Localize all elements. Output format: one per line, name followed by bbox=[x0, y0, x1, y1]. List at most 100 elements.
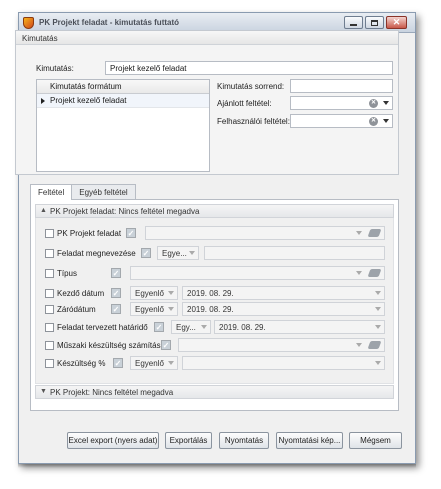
filter-active-checkbox[interactable]: ✓ bbox=[154, 322, 164, 332]
clear-icon[interactable]: ✕ bbox=[369, 99, 378, 108]
row-enable-checkbox[interactable] bbox=[45, 269, 54, 278]
condition-tabs: Feltétel Egyéb feltétel bbox=[30, 184, 136, 200]
dropdown-arrow-icon[interactable] bbox=[383, 101, 389, 105]
report-label: Kimutatás: bbox=[36, 64, 74, 73]
filter-active-checkbox[interactable]: ✓ bbox=[141, 248, 151, 258]
report-group-caption: Kimutatás bbox=[16, 31, 398, 45]
eraser-icon[interactable] bbox=[367, 341, 382, 349]
dropdown-arrow-icon[interactable] bbox=[356, 271, 362, 275]
collapse-chevron-icon[interactable]: ▲ bbox=[40, 207, 47, 214]
operator-select[interactable]: Egy... bbox=[171, 320, 211, 334]
operator-value: Egyenlő bbox=[135, 359, 164, 368]
condition-label: Feladat tervezett határidő bbox=[57, 323, 148, 332]
date-value-select[interactable]: 2019. 08. 29. bbox=[182, 286, 385, 300]
format-grid: Kimutatás formátum Projekt kezelő felada… bbox=[36, 79, 210, 172]
condition-value-input[interactable] bbox=[204, 246, 385, 260]
close-icon: ✕ bbox=[392, 17, 401, 27]
clear-icon[interactable]: ✕ bbox=[369, 117, 378, 126]
condition-value: 2019. 08. 29. bbox=[187, 289, 234, 298]
condition-value: 2019. 08. 29. bbox=[187, 305, 234, 314]
row-enable-checkbox[interactable] bbox=[45, 323, 54, 332]
dropdown-arrow-icon[interactable] bbox=[356, 343, 362, 347]
condition-value-select[interactable] bbox=[130, 266, 385, 280]
print-button[interactable]: Nyomtatás bbox=[219, 432, 269, 449]
cancel-button[interactable]: Mégsem bbox=[349, 432, 402, 449]
row-enable-checkbox[interactable] bbox=[45, 305, 54, 314]
report-field[interactable]: Projekt kezelő feladat bbox=[105, 61, 393, 75]
expand-chevron-icon[interactable]: ▼ bbox=[40, 388, 47, 395]
minimize-icon bbox=[350, 24, 357, 26]
row-enable-checkbox[interactable] bbox=[45, 341, 54, 350]
condition-section-title: PK Projekt feladat: Nincs feltétel megad… bbox=[50, 207, 200, 216]
order-label: Kimutatás sorrend: bbox=[217, 82, 285, 91]
filter-active-checkbox[interactable]: ✓ bbox=[161, 340, 171, 350]
operator-value: Egyenlő bbox=[135, 305, 164, 314]
eraser-icon[interactable] bbox=[367, 229, 382, 237]
dropdown-arrow-icon[interactable] bbox=[201, 325, 207, 329]
dropdown-arrow-icon[interactable] bbox=[375, 325, 381, 329]
condition-label: Kezdő dátum bbox=[57, 289, 105, 298]
print-preview-button[interactable]: Nyomtatási kép... bbox=[276, 432, 343, 449]
dropdown-arrow-icon[interactable] bbox=[375, 307, 381, 311]
window-title: PK Projekt feladat - kimutatás futtató bbox=[39, 18, 180, 27]
tab-other-condition[interactable]: Egyéb feltétel bbox=[71, 184, 136, 199]
condition-section-header[interactable]: ▲ PK Projekt feladat: Nincs feltétel meg… bbox=[35, 204, 394, 218]
report-field-value: Projekt kezelő feladat bbox=[110, 64, 187, 73]
row-enable-checkbox[interactable] bbox=[45, 249, 54, 258]
close-button[interactable]: ✕ bbox=[386, 16, 407, 29]
condition-label: Készültség % bbox=[57, 359, 106, 368]
format-grid-header: Kimutatás formátum bbox=[37, 80, 209, 94]
suggested-filter-label: Ajánlott feltétel: bbox=[217, 99, 272, 108]
dropdown-arrow-icon[interactable] bbox=[168, 361, 174, 365]
format-grid-row[interactable]: Projekt kezelő feladat bbox=[37, 94, 209, 108]
row-enable-checkbox[interactable] bbox=[45, 229, 54, 238]
condition-label: Záródátum bbox=[57, 305, 96, 314]
tab-condition[interactable]: Feltétel bbox=[30, 184, 73, 200]
window-shadow bbox=[18, 464, 416, 468]
user-filter-label: Felhasználói feltétel: bbox=[217, 117, 290, 126]
export-button[interactable]: Exportálás bbox=[165, 432, 212, 449]
dropdown-arrow-icon[interactable] bbox=[383, 119, 389, 123]
condition-label: Műszaki készültség számítás bbox=[57, 341, 161, 350]
filter-active-checkbox[interactable]: ✓ bbox=[111, 268, 121, 278]
dropdown-arrow-icon[interactable] bbox=[356, 231, 362, 235]
date-value-select[interactable]: 2019. 08. 29. bbox=[214, 320, 385, 334]
dropdown-arrow-icon[interactable] bbox=[375, 291, 381, 295]
filter-active-checkbox[interactable]: ✓ bbox=[126, 228, 136, 238]
eraser-icon[interactable] bbox=[367, 269, 382, 277]
date-value-select[interactable]: 2019. 08. 29. bbox=[182, 302, 385, 316]
operator-select[interactable]: Egye... bbox=[157, 246, 199, 260]
condition-value: 2019. 08. 29. bbox=[219, 323, 266, 332]
second-section-title: PK Projekt: Nincs feltétel megadva bbox=[50, 388, 174, 397]
condition-value-select[interactable] bbox=[145, 226, 385, 240]
row-pointer-icon bbox=[41, 98, 45, 104]
condition-label: Feladat megnevezése bbox=[57, 249, 136, 258]
condition-label: Típus bbox=[57, 269, 78, 278]
condition-value-select[interactable] bbox=[178, 338, 385, 352]
dropdown-arrow-icon[interactable] bbox=[189, 251, 195, 255]
condition-value-input[interactable] bbox=[182, 356, 385, 370]
excel-export-button[interactable]: Excel export (nyers adat) bbox=[67, 432, 159, 449]
filter-active-checkbox[interactable]: ✓ bbox=[111, 288, 121, 298]
operator-value: Egye... bbox=[162, 249, 187, 258]
suggested-filter-select[interactable]: ✕ bbox=[290, 96, 393, 110]
minimize-button[interactable] bbox=[344, 16, 363, 29]
dropdown-arrow-icon[interactable] bbox=[168, 307, 174, 311]
second-section-header[interactable]: ▼ PK Projekt: Nincs feltétel megadva bbox=[35, 385, 394, 399]
filter-active-checkbox[interactable]: ✓ bbox=[113, 358, 123, 368]
filter-active-checkbox[interactable]: ✓ bbox=[111, 304, 121, 314]
operator-value: Egy... bbox=[176, 323, 196, 332]
maximize-button[interactable] bbox=[365, 16, 384, 29]
operator-select[interactable]: Egyenlő bbox=[130, 286, 178, 300]
maximize-icon bbox=[371, 19, 378, 26]
user-filter-select[interactable]: ✕ bbox=[290, 114, 393, 128]
dropdown-arrow-icon[interactable] bbox=[375, 361, 381, 365]
order-field[interactable] bbox=[290, 79, 393, 93]
operator-select[interactable]: Egyenlő bbox=[130, 356, 178, 370]
format-grid-cell: Projekt kezelő feladat bbox=[50, 96, 127, 105]
operator-value: Egyenlő bbox=[135, 289, 164, 298]
operator-select[interactable]: Egyenlő bbox=[130, 302, 178, 316]
dropdown-arrow-icon[interactable] bbox=[168, 291, 174, 295]
row-enable-checkbox[interactable] bbox=[45, 289, 54, 298]
row-enable-checkbox[interactable] bbox=[45, 359, 54, 368]
